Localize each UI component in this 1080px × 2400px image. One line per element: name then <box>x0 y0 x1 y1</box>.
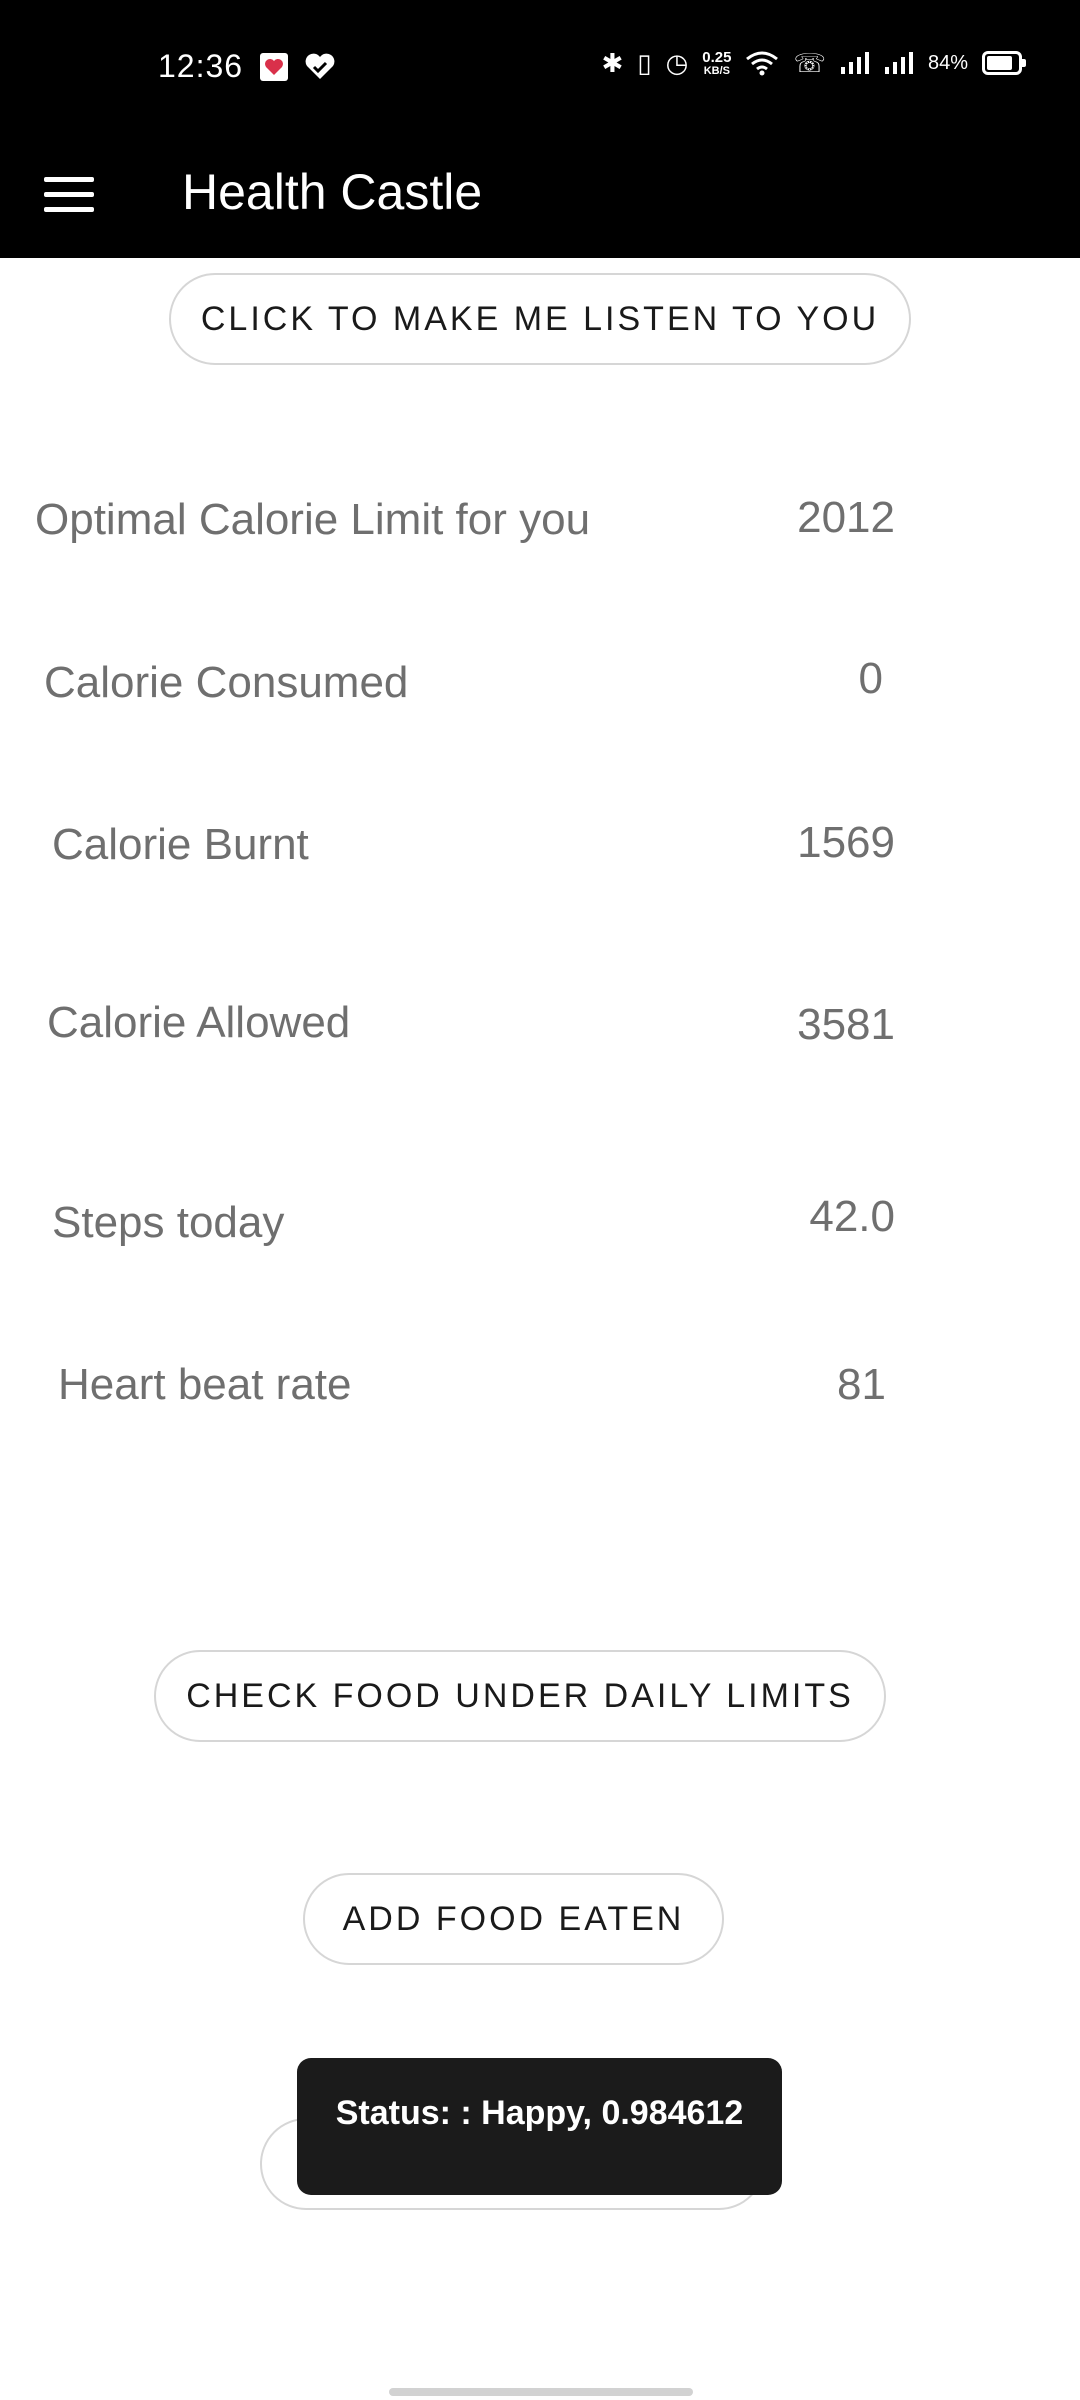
add-food-button[interactable]: ADD FOOD EATEN <box>303 1873 724 1965</box>
battery-fill <box>987 56 1013 70</box>
vibrate-icon: ▯ <box>637 48 652 78</box>
app-bar: Health Castle <box>0 136 1080 258</box>
battery-percent: 84% <box>927 51 968 74</box>
app-title: Health Castle <box>182 164 483 220</box>
check-food-button[interactable]: CHECK FOOD UNDER DAILY LIMITS <box>154 1650 886 1742</box>
calorie-consumed-value: 0 <box>858 654 883 703</box>
optimal-calorie-label: Optimal Calorie Limit for you <box>35 495 591 544</box>
alarm-icon: ◷ <box>665 48 689 78</box>
calorie-allowed-value: 3581 <box>797 1000 895 1049</box>
wifi-icon <box>746 51 779 76</box>
calorie-burnt-label: Calorie Burnt <box>52 820 309 869</box>
wifi-calling-icon: ☏ <box>793 48 826 78</box>
steps-today-label: Steps today <box>52 1198 285 1247</box>
heart-rate-value: 81 <box>837 1360 886 1409</box>
optimal-calorie-value: 2012 <box>797 493 895 542</box>
health-app-icon <box>258 52 290 82</box>
listen-button[interactable]: CLICK TO MAKE ME LISTEN TO YOU <box>169 273 911 365</box>
hamburger-menu-icon[interactable] <box>44 166 100 222</box>
network-speed-value: 0.25 <box>702 48 732 66</box>
steps-today-value: 42.0 <box>809 1192 895 1241</box>
signal-icon <box>884 52 913 74</box>
notification-icons <box>258 52 336 82</box>
signal-icon <box>840 52 869 74</box>
status-bar: 12:36 ✱ ▯ ◷ 0.25 KB/S ☏ 84% <box>0 0 1080 136</box>
network-speed: 0.25 KB/S <box>702 50 731 77</box>
status-toast: Status: : Happy, 0.984612 <box>297 2058 782 2195</box>
heart-check-icon <box>304 52 336 82</box>
calorie-allowed-label: Calorie Allowed <box>47 998 351 1047</box>
calorie-consumed-label: Calorie Consumed <box>44 658 409 707</box>
system-icons: ✱ ▯ ◷ 0.25 KB/S ☏ 84% <box>601 48 1026 78</box>
calorie-burnt-value: 1569 <box>797 818 895 867</box>
heart-rate-label: Heart beat rate <box>58 1360 352 1409</box>
network-speed-unit: KB/S <box>703 64 730 77</box>
bluetooth-icon: ✱ <box>601 48 624 78</box>
battery-icon <box>982 51 1026 75</box>
status-time: 12:36 <box>158 48 244 84</box>
gesture-nav-handle[interactable] <box>389 2388 693 2396</box>
